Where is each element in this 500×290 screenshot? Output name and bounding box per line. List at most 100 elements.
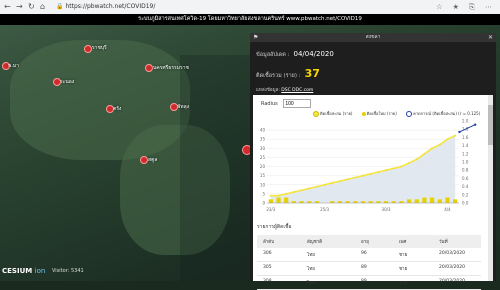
table-row[interactable]: 306 ไทย 96 ชาย 20/03/2020 (257, 248, 481, 262)
date-value: 04/04/2020 (293, 50, 334, 58)
data-point (308, 187, 311, 190)
cesium-brand: CESIUM (2, 267, 33, 275)
data-point (277, 194, 280, 197)
source-link[interactable]: DSC DDC.com (281, 88, 313, 93)
close-icon[interactable]: ✕ (488, 33, 493, 42)
bar-new-cases (345, 201, 350, 203)
table-header-cell: ลำดับ (263, 240, 275, 245)
cesium-logo[interactable]: CESIUM ion (2, 267, 45, 275)
back-icon[interactable]: ← (4, 2, 11, 12)
table-cell: ไทย (307, 253, 315, 258)
marker-label: ตรัง (113, 106, 122, 112)
data-point (285, 192, 288, 195)
home-icon[interactable]: ⌂ (40, 2, 45, 12)
bar-new-cases (276, 197, 281, 203)
data-point (339, 180, 341, 183)
map-marker[interactable] (145, 64, 153, 72)
table-header-cell: วันที่ (439, 240, 448, 245)
bar-new-cases (414, 199, 419, 203)
data-point (415, 158, 418, 161)
table-cell: ชาย (399, 253, 408, 258)
x-tick-label: 23/3 (266, 207, 275, 212)
table-cell: 308 (263, 279, 272, 284)
data-point (431, 147, 434, 150)
browser-icons: ☆ ★ ⎘ ⋯ (436, 3, 496, 11)
marker-label: นครศรีธรรมราช (153, 65, 189, 71)
scrollbar-thumb[interactable] (488, 105, 493, 145)
bar-new-cases (291, 201, 296, 203)
bar-new-cases (399, 201, 404, 203)
forward-icon[interactable]: → (16, 2, 23, 12)
data-point (392, 167, 395, 170)
data-point (454, 134, 457, 137)
table-cell: 305 (263, 265, 272, 270)
reload-icon[interactable]: ↻ (28, 2, 35, 12)
data-point (438, 143, 441, 146)
y-tick-label: 10 (260, 182, 266, 187)
data-point (269, 194, 272, 197)
y-tick-label: 15 (260, 173, 266, 178)
lock-icon: 🔒 (56, 3, 64, 10)
y2-tick-label: 0.2 (462, 192, 469, 197)
cesium-ion: ion (34, 267, 46, 275)
map-marker[interactable] (84, 45, 92, 53)
table-cell: 306 (263, 251, 272, 256)
y-tick-label: 20 (260, 164, 266, 169)
total-row: ติดเชื้อรวม (ราย) :37 (256, 67, 490, 80)
map-marker[interactable] (140, 156, 148, 164)
table-row[interactable]: 308 ไทย 89 ชาย 20/03/2020 (257, 276, 481, 290)
info-panel: ⚑ สงขลา ✕ ข้อมูลอัปเดต :04/04/2020 ติดเช… (250, 33, 496, 290)
data-point (300, 189, 303, 192)
radius-input[interactable] (283, 99, 312, 108)
series-area (270, 135, 456, 203)
panel-scrollbar[interactable] (488, 95, 493, 281)
y2-tick-label: 1.2 (462, 151, 469, 156)
legend-item[interactable]: ติดเชื้อใหม่ (ราย) (361, 111, 401, 116)
y2-tick-label: 0.8 (462, 168, 469, 173)
bar-new-cases (307, 201, 312, 203)
chart-legend: ติดเชื้อสะสม (ราย) ติดเชื้อใหม่ (ราย) คา… (313, 110, 488, 117)
chart-container: Radius ติดเชื้อสะสม (ราย) ติดเชื้อใหม่ (… (253, 95, 493, 290)
y-tick-label: 5 (262, 191, 265, 196)
data-point (331, 182, 334, 184)
bar-new-cases (299, 201, 304, 203)
table-cell: ไทย (307, 267, 315, 272)
legend-item[interactable]: ติดเชื้อสะสม (ราย) (313, 111, 356, 117)
bar-new-cases (314, 201, 320, 203)
site-title: ระบบภูมิสารสนเทศโควิด-19 โดยมหาวิทยาลัยส… (0, 14, 500, 25)
y2-tick-label: 1.0 (462, 160, 469, 165)
table-cell: ชาย (399, 267, 408, 272)
data-point (377, 171, 380, 173)
data-point (400, 165, 403, 168)
table-cell: 20/03/2020 (439, 279, 465, 284)
x-tick-label: 4/4 (444, 207, 451, 212)
table-cell: 96 (361, 251, 367, 256)
trend-chart[interactable]: 0 5 10 15 20 25 30 35 40 0.0 0.2 0.4 0.6 0.8 1.0 1.2 1.4… (253, 117, 485, 221)
url-text: https://pbwatch.net/COVID19/ (65, 3, 156, 10)
bar-new-cases (284, 197, 289, 203)
total-value: 37 (304, 67, 320, 80)
marker-label: ราชบุรี (92, 45, 107, 51)
y2-tick-label: 1.6 (462, 135, 469, 140)
y2-tick-label: 0.6 (462, 176, 469, 181)
table-cell: 20/03/2020 (439, 251, 465, 256)
data-point (323, 183, 326, 186)
date-row: ข้อมูลอัปเดต :04/04/2020 (256, 50, 490, 59)
table-cell: 20/03/2020 (439, 265, 465, 270)
bar-new-cases (330, 201, 335, 203)
table-title: รายการผู้ติดเชื้อ (257, 224, 292, 230)
browser-toolbar: ← → ↻ ⌂ 🔒 https://pbwatch.net/COVID19/ ☆ … (0, 0, 500, 15)
date-label: ข้อมูลอัปเดต : (256, 52, 290, 58)
address-bar[interactable]: 🔒 https://pbwatch.net/COVID19/ (56, 2, 155, 12)
panel-info: ข้อมูลอัปเดต :04/04/2020 ติดเชื้อรวม (รา… (250, 42, 496, 93)
table-row[interactable]: 305 ไทย 89 ชาย 20/03/2020 (257, 262, 481, 276)
bar-new-cases (268, 199, 273, 203)
x-tick-label: 30/3 (382, 207, 391, 212)
source-row: แหล่งข้อมูล: DSC DDC.com (256, 86, 490, 93)
data-point (354, 176, 357, 179)
bar-new-cases (406, 199, 412, 203)
data-point (385, 169, 387, 172)
total-label: ติดเชื้อรวม (ราย) : (256, 73, 301, 79)
bar-new-cases (437, 199, 442, 203)
legend-item[interactable]: คาดการณ์ (ติดเชื้อสะสม) (r = 0.125) (406, 111, 484, 117)
